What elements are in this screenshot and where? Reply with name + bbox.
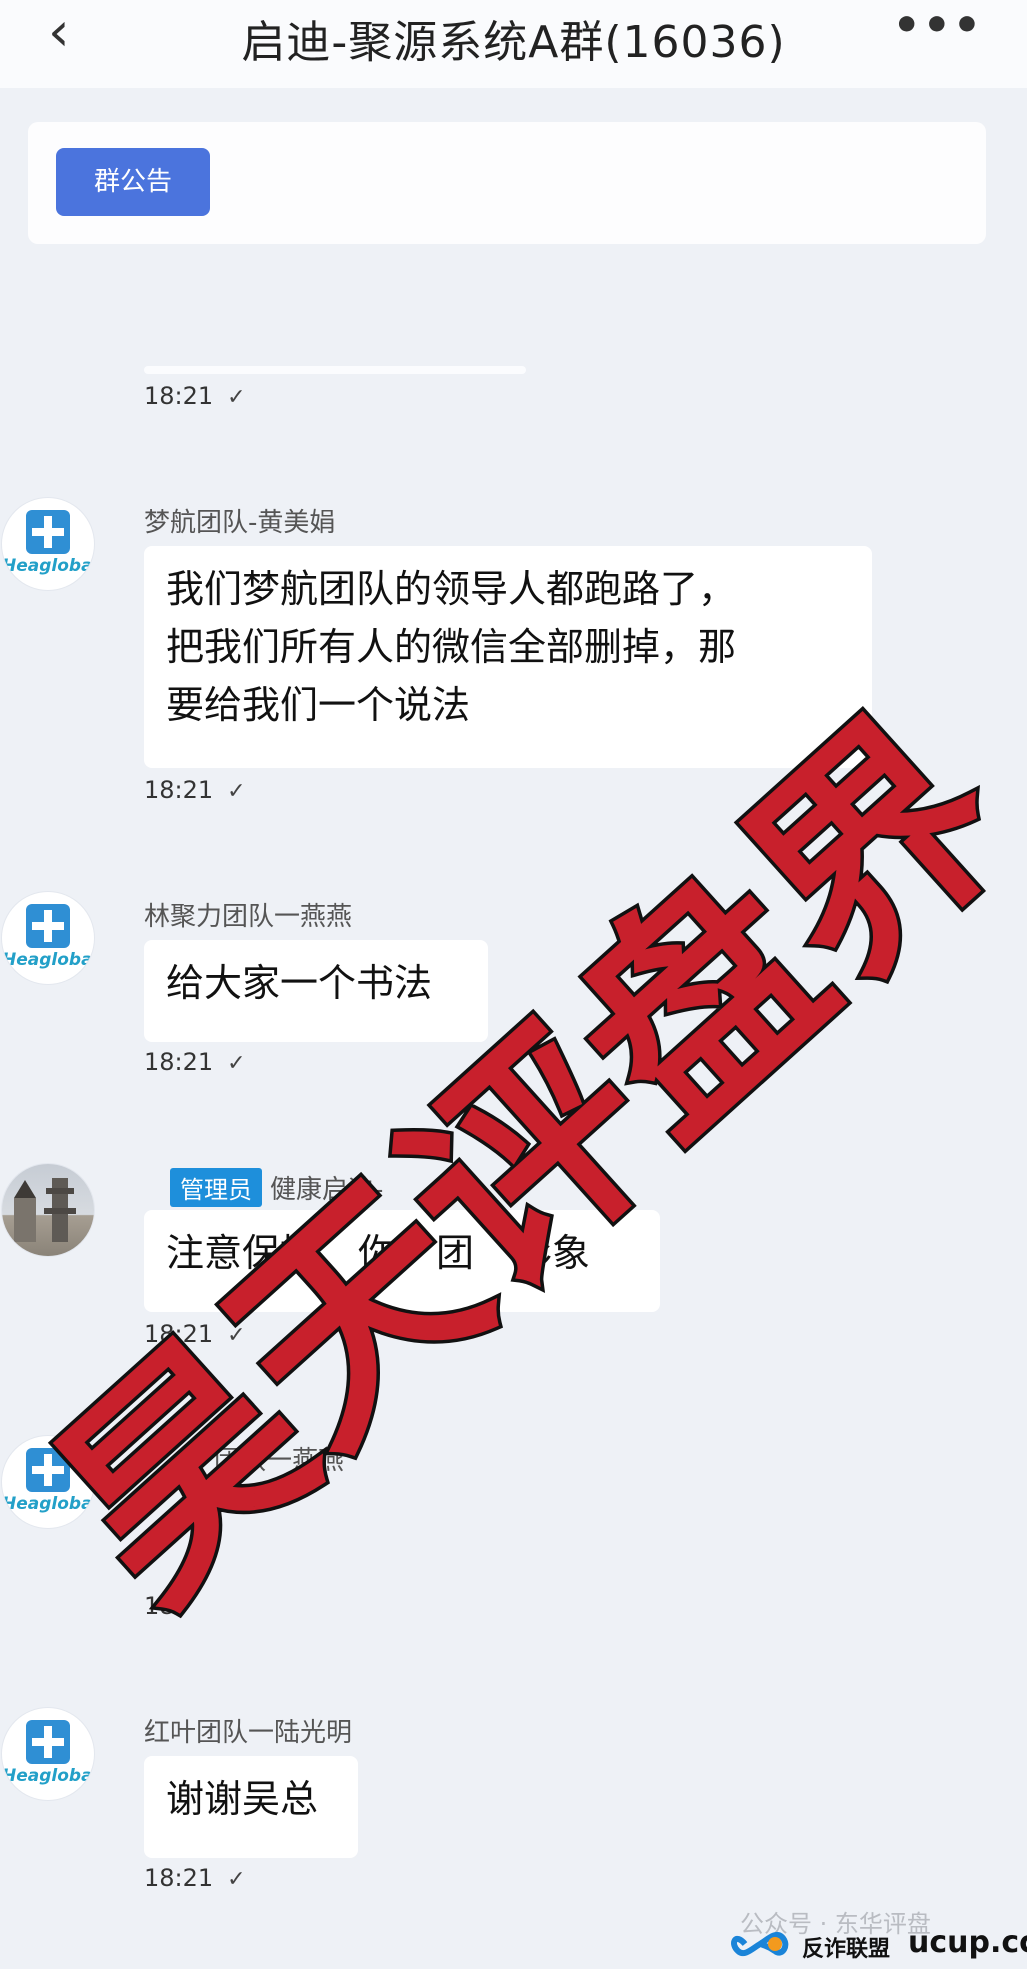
message-bubble[interactable]: 我们梦航团队的领导人都跑路了， 把我们所有人的微信全部删掉，那 要给我们一个说法 bbox=[144, 546, 872, 768]
message-bubble[interactable]: 注意保持你团形象 bbox=[144, 1210, 660, 1312]
message-line: 我们梦航团队的领导人都跑路了， bbox=[166, 567, 737, 611]
group-notice-button[interactable]: 群公告 bbox=[56, 148, 210, 216]
group-notice-card: 群公告 bbox=[28, 122, 986, 244]
avatar-logo-text: Heaglobal bbox=[2, 1494, 94, 1514]
pagoda-icon bbox=[44, 1178, 76, 1242]
avatar-logo-text: Heaglobal bbox=[2, 556, 94, 576]
page-title: 启迪-聚源系统A群(16036) bbox=[241, 17, 786, 68]
previous-message-bubble bbox=[144, 366, 526, 374]
church-icon bbox=[14, 1180, 36, 1242]
message-time: 18:21 ✓ bbox=[144, 1320, 246, 1348]
brand-footer: 反诈联盟 ucup.cc bbox=[730, 1925, 1027, 1965]
message-line: 要给我们一个说法 bbox=[166, 683, 471, 727]
avatar[interactable]: Heaglobal bbox=[2, 1436, 94, 1528]
avatar[interactable]: Heaglobal bbox=[2, 1708, 94, 1800]
avatar[interactable]: Heaglobal bbox=[2, 892, 94, 984]
healthglobal-logo-icon bbox=[26, 510, 70, 554]
top-bar: ‹ 启迪-聚源系统A群(16036) ••• bbox=[0, 0, 1027, 88]
message-bubble[interactable]: 谢谢吴总 bbox=[144, 1756, 358, 1858]
message-text: 谢谢吴总 bbox=[166, 1777, 319, 1821]
avatar-logo-text: Heaglobal bbox=[2, 1766, 94, 1786]
check-icon: ✓ bbox=[227, 779, 246, 804]
check-icon: ✓ bbox=[227, 1051, 246, 1076]
sender-name: 林聚力团队一燕燕 bbox=[144, 902, 353, 932]
message-time: 18:21 ✓ bbox=[144, 776, 246, 804]
sender-name: 梦航团队-黄美娟 bbox=[144, 508, 336, 538]
admin-badge: 管理员 bbox=[170, 1168, 262, 1207]
watermark-text: 昊天评盘界 bbox=[30, 672, 1027, 1649]
message-text: 注意保持 bbox=[166, 1231, 319, 1275]
brand-name: 反诈联盟 bbox=[802, 1937, 891, 1962]
healthglobal-logo-icon bbox=[26, 1720, 70, 1764]
message-time: 18 bbox=[144, 1592, 175, 1620]
infinity-logo-icon bbox=[731, 1931, 789, 1957]
more-dots-icon[interactable]: ••• bbox=[893, 0, 983, 51]
message-text: 给大家一个书法 bbox=[166, 961, 433, 1005]
sender-name: 团队一燕燕 bbox=[214, 1446, 345, 1476]
check-icon: ✓ bbox=[227, 1323, 246, 1348]
brand-url: ucup.cc bbox=[908, 1925, 1027, 1960]
message-bubble[interactable]: 给大家一个书法 bbox=[144, 940, 488, 1042]
healthglobal-logo-icon bbox=[26, 1448, 70, 1492]
avatar-logo-text: Heaglobal bbox=[2, 950, 94, 970]
message-time: 18:21 ✓ bbox=[144, 382, 246, 410]
avatar[interactable]: Heaglobal bbox=[2, 498, 94, 590]
sender-name: 红叶团队一陆光明 bbox=[144, 1718, 353, 1748]
avatar[interactable] bbox=[2, 1164, 94, 1256]
sender-name: 管理员 健康启迪- bbox=[170, 1168, 383, 1207]
check-icon: ✓ bbox=[227, 1867, 246, 1892]
message-time: 18:21 ✓ bbox=[144, 1048, 246, 1076]
message-line: 把我们所有人的微信全部删掉，那 bbox=[166, 625, 737, 669]
message-time: 18:21 ✓ bbox=[144, 1864, 246, 1892]
healthglobal-logo-icon bbox=[26, 904, 70, 948]
check-icon: ✓ bbox=[227, 385, 246, 410]
